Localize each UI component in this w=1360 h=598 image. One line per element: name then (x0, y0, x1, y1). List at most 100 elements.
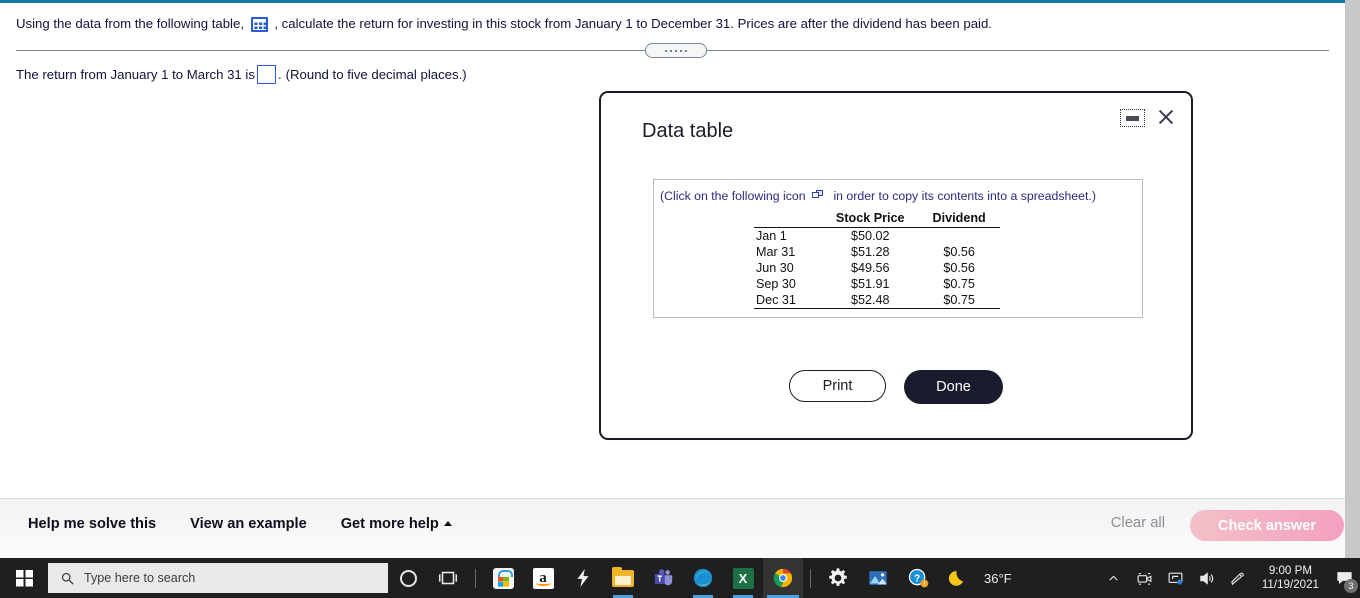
file-explorer-icon[interactable] (603, 558, 643, 598)
answer-prompt-label: The return from January 1 to March 31 is (16, 67, 255, 82)
amazon-icon[interactable]: a (523, 558, 563, 598)
question-text-before: Using the data from the following table, (16, 16, 244, 31)
table-row: Dec 31 $52.48 $0.75 (754, 292, 1000, 309)
cell-dividend: $0.56 (943, 245, 975, 259)
photos-icon[interactable] (858, 558, 898, 598)
search-icon (61, 572, 74, 585)
system-tray: 9:00 PM 11/19/2021 3 (1098, 558, 1360, 598)
table-row: Jan 1 $50.02 (754, 228, 1000, 245)
cell-date: Sep 30 (756, 277, 796, 291)
table-header-stock-price: Stock Price (821, 211, 919, 228)
data-table-card: (Click on the following icon in order to… (653, 179, 1143, 318)
app-root: Using the data from the following table,… (0, 0, 1360, 598)
clear-all-button[interactable]: Clear all (1111, 515, 1165, 531)
view-an-example-link[interactable]: View an example (190, 516, 307, 532)
cell-stock-price: $49.56 (850, 261, 890, 275)
chevron-up-icon[interactable] (1098, 558, 1129, 598)
print-button[interactable]: Print (789, 370, 886, 402)
lightning-icon[interactable] (563, 558, 603, 598)
minimize-glyph (1126, 115, 1139, 121)
divider-handle[interactable] (645, 43, 707, 58)
cortana-ring-glyph (399, 569, 417, 587)
question-text-after: , calculate the return for investing in … (274, 16, 992, 31)
table-header-date (754, 211, 822, 228)
stock-data-table: Stock Price Dividend Jan 1 $50.02 Mar 31 (754, 211, 1000, 309)
settings-gear-icon[interactable] (818, 558, 858, 598)
help-me-solve-this-link[interactable]: Help me solve this (28, 516, 156, 532)
answer-suffix: . (277, 67, 282, 82)
question-statement: Using the data from the following table,… (16, 16, 992, 32)
handle-dot (670, 49, 672, 52)
microsoft-edge-icon[interactable] (683, 558, 723, 598)
caret-up-icon (443, 521, 452, 526)
table-row: Jun 30 $49.56 $0.56 (754, 260, 1000, 276)
display-icon[interactable] (1160, 558, 1191, 598)
copy-icon[interactable] (812, 190, 824, 201)
microsoft-teams-icon[interactable] (643, 558, 683, 598)
clock[interactable]: 9:00 PM 11/19/2021 (1253, 564, 1328, 592)
done-button[interactable]: Done (904, 370, 1003, 404)
answer-input[interactable] (256, 65, 276, 84)
pen-icon[interactable] (1222, 558, 1253, 598)
moon-icon[interactable] (938, 558, 978, 598)
close-icon[interactable] (1155, 106, 1179, 130)
search-placeholder: Type here to search (84, 571, 196, 585)
cell-dividend (919, 228, 1000, 245)
handle-dot (675, 49, 677, 52)
notification-badge: 3 (1344, 579, 1358, 593)
clock-time: 9:00 PM (1268, 564, 1312, 577)
dialog-actions: Print Done (601, 370, 1191, 404)
bottom-help-bar: Help me solve this View an example Get m… (0, 498, 1345, 558)
cortana-icon[interactable] (388, 558, 428, 598)
dialog-title: Data table (642, 120, 734, 142)
page-scrollbar[interactable] (1345, 0, 1360, 558)
cell-dividend: $0.56 (943, 261, 975, 275)
cell-stock-price: $52.48 (821, 292, 919, 309)
cell-date: Jun 30 (756, 261, 794, 275)
microsoft-excel-icon[interactable]: X (723, 558, 763, 598)
copy-instruction: (Click on the following icon in order to… (660, 189, 1096, 203)
grid-table-icon[interactable] (250, 17, 268, 32)
google-chrome-icon[interactable] (763, 558, 803, 598)
task-view-icon[interactable] (428, 558, 468, 598)
svg-text:?: ? (914, 573, 920, 584)
excel-glyph: X (732, 567, 754, 589)
windows-logo-glyph (15, 569, 33, 587)
table-row: Mar 31 $51.28 $0.56 (754, 244, 1000, 260)
cell-stock-price: $51.28 (850, 245, 890, 259)
notifications-icon[interactable]: 3 (1328, 558, 1360, 598)
handle-dot (680, 49, 682, 52)
rounding-hint: (Round to five decimal places.) (285, 67, 467, 82)
get-more-help-link[interactable]: Get more help (341, 516, 452, 532)
table-header-row: Stock Price Dividend (754, 211, 1000, 228)
search-input[interactable]: Type here to search (48, 563, 388, 593)
check-answer-button[interactable]: Check answer (1190, 510, 1344, 541)
volume-icon[interactable] (1191, 558, 1222, 598)
cell-dividend: $0.75 (918, 292, 1000, 309)
cell-stock-price: $51.91 (850, 277, 890, 291)
minimize-icon[interactable] (1120, 109, 1145, 127)
folder-glyph (612, 566, 634, 587)
get-more-help-label: Get more help (340, 516, 439, 532)
answer-row: The return from January 1 to March 31 is… (16, 65, 467, 84)
handle-dot (665, 49, 667, 52)
cell-stock-price: $50.02 (850, 229, 890, 243)
windows-taskbar: Type here to search a X ? ! 36°F 9:00 PM… (0, 558, 1360, 598)
meet-now-icon[interactable] (1129, 558, 1160, 598)
microsoft-store-icon[interactable] (483, 558, 523, 598)
svg-text:!: ! (923, 582, 925, 588)
store-glyph (492, 567, 514, 589)
taskbar-divider (475, 568, 476, 588)
amazon-glyph: a (532, 567, 554, 589)
handle-dot (685, 49, 687, 52)
windows-start-icon[interactable] (0, 558, 48, 598)
clock-date: 11/19/2021 (1261, 578, 1319, 591)
taskbar-divider (810, 568, 811, 588)
section-divider (16, 43, 1329, 58)
help-icon[interactable]: ? ! (898, 558, 938, 598)
weather-temperature: 36°F (984, 570, 1012, 586)
table-row: Sep 30 $51.91 $0.75 (754, 276, 1000, 292)
cell-date: Mar 31 (756, 245, 796, 259)
copy-hint-after: in order to copy its contents into a spr… (833, 189, 1096, 203)
question-work-area: Using the data from the following table,… (0, 3, 1345, 498)
